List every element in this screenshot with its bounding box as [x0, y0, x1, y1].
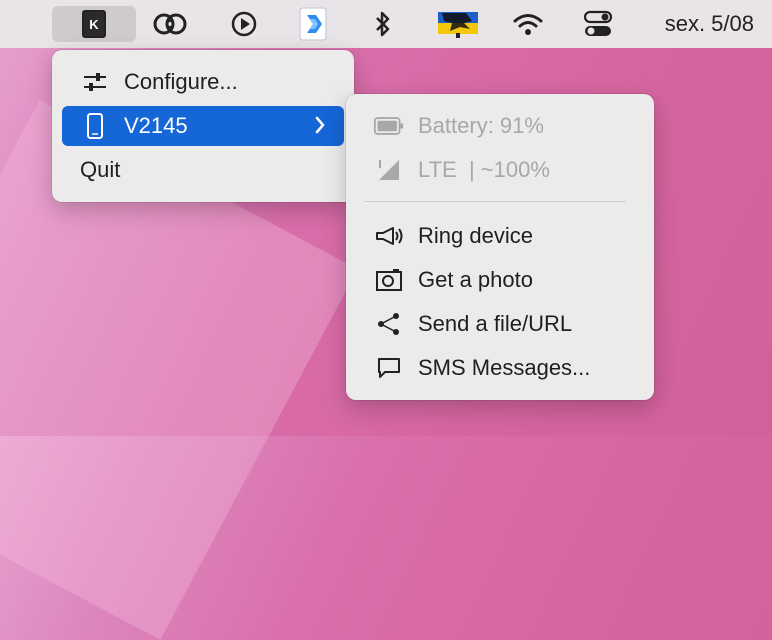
phone-icon: [80, 111, 110, 141]
sliders-icon: [80, 67, 110, 97]
ring-device-menu-item[interactable]: Ring device: [356, 216, 644, 256]
megaphone-icon: [374, 221, 404, 251]
network-status-item: LTE | ~100%: [356, 150, 644, 190]
kde-connect-menu: Configure... V2145 Quit: [52, 50, 354, 202]
send-file-menu-item[interactable]: Send a file/URL: [356, 304, 644, 344]
kde-connect-menu-icon[interactable]: K: [52, 6, 136, 42]
dock-app-icon[interactable]: [294, 6, 334, 42]
menu-bar: K sex. 5/08: [0, 0, 772, 48]
battery-status-item: Battery: 91%: [356, 106, 644, 146]
creative-cloud-icon[interactable]: [148, 6, 192, 42]
message-icon: [374, 353, 404, 383]
menu-separator: [364, 201, 626, 202]
share-icon: [374, 309, 404, 339]
configure-menu-item[interactable]: Configure...: [62, 62, 344, 102]
control-center-icon[interactable]: [578, 6, 618, 42]
quit-menu-item[interactable]: Quit: [62, 150, 344, 190]
signal-icon: [374, 155, 404, 185]
device-submenu: Battery: 91% LTE | ~100% Ring device Get…: [346, 94, 654, 400]
flag-icon[interactable]: [434, 6, 484, 42]
wifi-icon[interactable]: [508, 6, 548, 42]
menubar-clock[interactable]: sex. 5/08: [665, 6, 754, 42]
sms-messages-menu-item[interactable]: SMS Messages...: [356, 348, 644, 388]
device-v2145-menu-item[interactable]: V2145: [62, 106, 344, 146]
kde-connect-icon: K: [82, 10, 106, 38]
get-photo-menu-item[interactable]: Get a photo: [356, 260, 644, 300]
chevron-right-icon: [314, 114, 326, 142]
battery-icon: [374, 111, 404, 141]
bluetooth-icon[interactable]: [368, 6, 398, 42]
camera-icon: [374, 265, 404, 295]
play-circle-icon[interactable]: [224, 6, 264, 42]
